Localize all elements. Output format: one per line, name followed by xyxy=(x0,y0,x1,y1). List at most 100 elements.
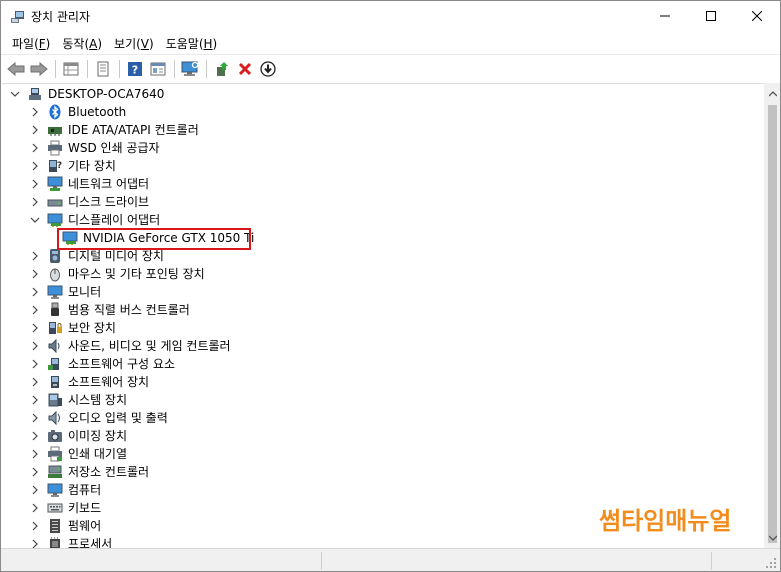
vertical-scrollbar[interactable] xyxy=(764,83,780,548)
status-pane-divider xyxy=(711,552,712,570)
tree-category[interactable]: 소프트웨어 장치 xyxy=(29,373,149,391)
chevron-down-icon[interactable] xyxy=(29,214,41,226)
tree-category[interactable]: 컴퓨터 xyxy=(29,481,101,499)
chevron-right-icon[interactable] xyxy=(29,268,41,280)
processor-icon xyxy=(47,536,63,548)
tree-item-label: 키보드 xyxy=(68,501,102,515)
network-adapter-icon xyxy=(47,176,63,192)
chevron-right-icon[interactable] xyxy=(29,106,41,118)
tree-category[interactable]: 시스템 장치 xyxy=(29,391,127,409)
forward-button[interactable] xyxy=(28,58,50,80)
tree-category[interactable]: Bluetooth xyxy=(29,103,126,121)
tree-item-label: 오디오 입력 및 출력 xyxy=(68,411,168,425)
tree-item-label: 저장소 컨트롤러 xyxy=(68,465,150,479)
sound-icon xyxy=(47,338,63,354)
chevron-right-icon[interactable] xyxy=(29,466,41,478)
view-resources-button[interactable] xyxy=(147,58,169,80)
menu-help[interactable]: 도움말(H) xyxy=(160,32,224,54)
firmware-icon xyxy=(47,518,63,534)
back-icon xyxy=(7,61,25,76)
device-tree[interactable]: DESKTOP-OCA7640 Bluetooth IDE ATA/ATAPI 컨트… xyxy=(2,83,764,548)
tree-category[interactable]: 범용 직렬 버스 컨트롤러 xyxy=(29,301,190,319)
window-title: 장치 관리자 xyxy=(31,10,91,24)
tree-category[interactable]: 사운드, 비디오 및 게임 컨트롤러 xyxy=(29,337,231,355)
chevron-right-icon[interactable] xyxy=(29,484,41,496)
tree-item-label: 보안 장치 xyxy=(68,321,116,335)
back-button[interactable] xyxy=(5,58,27,80)
tree-item-label: DESKTOP-OCA7640 xyxy=(48,87,165,101)
help-button[interactable]: ? xyxy=(124,58,146,80)
properties-grid-icon xyxy=(63,62,79,75)
tree-category[interactable]: 디스크 드라이브 xyxy=(29,193,149,211)
scroll-down-button[interactable] xyxy=(764,529,780,546)
chevron-right-icon[interactable] xyxy=(29,196,41,208)
tree-category[interactable]: 소프트웨어 구성 요소 xyxy=(29,355,175,373)
chevron-right-icon[interactable] xyxy=(29,124,41,136)
chevron-down-icon[interactable] xyxy=(9,88,21,100)
maximize-button[interactable] xyxy=(688,1,734,31)
minimize-button[interactable] xyxy=(642,1,688,31)
chevron-right-icon[interactable] xyxy=(29,160,41,172)
tree-item-label: 소프트웨어 구성 요소 xyxy=(68,357,175,371)
tree-category[interactable]: 펌웨어 xyxy=(29,517,101,535)
download-button[interactable] xyxy=(257,58,279,80)
status-pane-divider xyxy=(321,552,322,570)
chevron-right-icon[interactable] xyxy=(29,394,41,406)
chevron-right-icon[interactable] xyxy=(29,376,41,388)
chevron-right-icon[interactable] xyxy=(29,178,41,190)
tree-category[interactable]: 디스플레이 어댑터 xyxy=(29,211,160,229)
minimize-icon xyxy=(660,15,670,17)
tree-category[interactable]: WSD 인쇄 공급자 xyxy=(29,139,160,157)
tree-category[interactable]: IDE ATA/ATAPI 컨트롤러 xyxy=(29,121,199,139)
close-button[interactable] xyxy=(734,1,780,31)
tree-item-label: 디지털 미디어 장치 xyxy=(68,249,164,263)
tree-category[interactable]: 네트워크 어댑터 xyxy=(29,175,149,193)
menu-action[interactable]: 동작(A) xyxy=(56,32,108,54)
tree-category[interactable]: ? 기타 장치 xyxy=(29,157,116,175)
chevron-up-icon xyxy=(768,90,777,96)
tree-category[interactable]: 오디오 입력 및 출력 xyxy=(29,409,168,427)
mouse-icon xyxy=(47,266,63,282)
tree-category[interactable]: 저장소 컨트롤러 xyxy=(29,463,149,481)
title-bar[interactable]: 장치 관리자 xyxy=(1,1,780,32)
chevron-right-icon[interactable] xyxy=(29,304,41,316)
tree-item-label: IDE ATA/ATAPI 컨트롤러 xyxy=(68,123,199,137)
chevron-right-icon[interactable] xyxy=(29,538,41,548)
chevron-right-icon[interactable] xyxy=(29,502,41,514)
chevron-right-icon[interactable] xyxy=(29,322,41,334)
tree-root-computer[interactable]: DESKTOP-OCA7640 xyxy=(9,85,164,103)
security-device-icon xyxy=(47,320,63,336)
chevron-right-icon[interactable] xyxy=(29,250,41,262)
chevron-right-icon[interactable] xyxy=(29,412,41,424)
scan-hardware-button[interactable] xyxy=(179,58,201,80)
tree-category[interactable]: 키보드 xyxy=(29,499,101,517)
monitor-icon xyxy=(47,284,63,300)
document-button[interactable] xyxy=(92,58,114,80)
menu-view[interactable]: 보기(V) xyxy=(108,32,160,54)
tree-category[interactable]: 모니터 xyxy=(29,283,101,301)
tree-category[interactable]: 이미징 장치 xyxy=(29,427,127,445)
toolbar-separator xyxy=(87,59,88,78)
chevron-right-icon[interactable] xyxy=(29,340,41,352)
scroll-up-button[interactable] xyxy=(764,85,780,102)
chevron-right-icon[interactable] xyxy=(29,286,41,298)
properties-grid-button[interactable] xyxy=(60,58,82,80)
scroll-thumb[interactable] xyxy=(768,105,777,543)
chevron-right-icon[interactable] xyxy=(29,520,41,532)
tree-category[interactable]: 마우스 및 기타 포인팅 장치 xyxy=(29,265,205,283)
menu-file[interactable]: 파일(F) xyxy=(6,32,56,54)
chevron-right-icon[interactable] xyxy=(29,430,41,442)
tree-item-label: 디스플레이 어댑터 xyxy=(68,213,161,227)
tree-category[interactable]: 보안 장치 xyxy=(29,319,116,337)
tree-item-label: 프로세서 xyxy=(68,537,113,548)
tree-category[interactable]: 프로세서 xyxy=(29,535,112,548)
tree-category[interactable]: 인쇄 대기열 xyxy=(29,445,127,463)
chevron-right-icon[interactable] xyxy=(29,358,41,370)
tree-item-label: 마우스 및 기타 포인팅 장치 xyxy=(68,267,205,281)
chevron-right-icon[interactable] xyxy=(29,142,41,154)
chevron-right-icon[interactable] xyxy=(29,448,41,460)
resize-grip-icon[interactable] xyxy=(765,557,777,569)
update-driver-button[interactable] xyxy=(211,58,233,80)
ide-controller-icon xyxy=(47,122,63,138)
uninstall-button[interactable] xyxy=(234,58,256,80)
